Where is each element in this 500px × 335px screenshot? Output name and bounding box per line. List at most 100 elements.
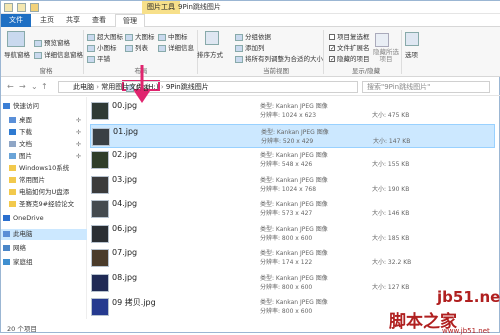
group-by-icon [235, 33, 243, 41]
chevron-down-icon[interactable]: ⌄ [31, 82, 38, 91]
large-label: 大图标 [135, 33, 155, 41]
file-extensions-toggle[interactable]: ✓ 文件扩展名 [329, 42, 370, 52]
file-ext-label: 文件扩展名 [337, 44, 370, 52]
tab-home[interactable]: 主页 [33, 14, 61, 27]
folder-icon [9, 165, 16, 171]
sidebar-item[interactable]: OneDrive [1, 213, 87, 224]
file-row[interactable]: 06.jpg 类型: Kankan JPEG 图像 分辨率: 800 x 600 大小… [90, 222, 495, 246]
file-thumbnail [91, 151, 109, 169]
sidebar-item-label: 家庭组 [13, 258, 33, 266]
address-field[interactable]: 此电脑 › 常用图片文件 (H:) › 9Pin跳线图片 [58, 81, 358, 93]
folder-icon [9, 177, 16, 183]
pin-icon: ✢ [75, 129, 81, 136]
file-row[interactable]: 08.jpg 类型: Kankan JPEG 图像 分辨率: 800 x 600 大小… [90, 271, 495, 295]
sidebar-item[interactable]: 下载 ✢ [1, 127, 87, 138]
properties-icon[interactable] [4, 3, 13, 12]
window-title: 9Pin跳线图片 [178, 3, 221, 11]
hide-selected-button[interactable]: 隐藏所选项目 [373, 49, 399, 63]
group-by-button[interactable]: 分组依据 [235, 31, 271, 41]
add-columns-button[interactable]: 添加列 [235, 42, 265, 52]
tab-file[interactable]: 文件 [1, 14, 31, 27]
back-arrow-icon[interactable]: ← [7, 82, 14, 91]
up-arrow-icon[interactable]: ↑ [41, 82, 48, 91]
file-row[interactable]: 04.jpg 类型: Kankan JPEG 图像 分辨率: 573 x 427 大小… [90, 197, 495, 221]
sidebar-item[interactable]: 快速访问 [1, 101, 87, 112]
new-folder-icon[interactable] [30, 3, 39, 12]
file-row[interactable]: 03.jpg 类型: Kankan JPEG 图像 分辨率: 1024 x 768 大… [90, 173, 495, 197]
breadcrumb-folder[interactable]: 9Pin跳线图片 [166, 83, 209, 91]
file-thumbnail [91, 102, 109, 120]
medium-icons-button[interactable]: 中图标 [158, 31, 188, 41]
item-checkbox-label: 项目复选框 [337, 33, 370, 41]
sidebar-item[interactable]: 文档 ✢ [1, 139, 87, 150]
sidebar-item[interactable]: 常用图片 [1, 175, 87, 186]
folder-icon[interactable] [17, 3, 26, 12]
nav-pane-button[interactable]: 导航窗格 [4, 49, 30, 59]
details-pane-label: 详细信息窗格 [44, 51, 83, 59]
hidden-items-toggle[interactable]: ✓ 隐藏的项目 [329, 53, 370, 63]
explorer-window: 图片工具 9Pin跳线图片 文件 主页 共享 查看 管理 导航窗格 预览窗格 详… [0, 0, 500, 335]
sidebar-item-label: 网络 [13, 244, 26, 252]
sidebar-item[interactable]: Windows10系统 [1, 163, 87, 174]
file-resolution: 分辨率: 573 x 427 [260, 210, 313, 217]
search-placeholder: 搜索"9Pin跳线图片" [367, 83, 431, 91]
title-bar: 图片工具 9Pin跳线图片 [1, 1, 500, 14]
tab-view[interactable]: 查看 [85, 14, 113, 27]
file-name: 07.jpg [112, 248, 138, 257]
options-icon[interactable] [405, 32, 419, 46]
list-icon [125, 44, 133, 52]
tab-manage[interactable]: 管理 [115, 14, 145, 27]
computer-icon [3, 231, 10, 237]
file-type: 类型: Kankan JPEG 图像 [260, 152, 328, 159]
homegroup-icon [3, 259, 10, 265]
file-thumbnail [91, 298, 109, 316]
details-pane-button[interactable]: 详细信息窗格 [34, 49, 83, 59]
tab-share[interactable]: 共享 [59, 14, 87, 27]
nav-pane-icon[interactable] [7, 31, 25, 47]
file-row[interactable]: 02.jpg 类型: Kankan JPEG 图像 分辨率: 548 x 426 大小… [90, 148, 495, 172]
file-resolution: 分辨率: 800 x 600 [260, 234, 313, 242]
file-size: 大小: 147 KB [373, 137, 411, 145]
large-icons-button[interactable]: 大图标 [125, 31, 155, 41]
extra-large-label: 超大图标 [97, 33, 123, 41]
details-view-button[interactable]: 详细信息 [158, 42, 194, 52]
file-row[interactable]: 07.jpg 类型: Kankan JPEG 图像 分辨率: 174 x 122 大小… [90, 246, 495, 270]
extra-large-icons-button[interactable]: 超大图标 [87, 31, 123, 41]
list-view-button[interactable]: 列表 [125, 42, 148, 52]
forward-arrow-icon[interactable]: → [19, 82, 26, 91]
sidebar-item-label: 桌面 [19, 116, 32, 124]
sidebar-item-label: 圣赛克9#经验论文 [19, 200, 75, 208]
item-checkbox-toggle[interactable]: 项目复选框 [329, 31, 370, 41]
sidebar-item-label: 快速访问 [13, 102, 39, 110]
sidebar-item-label: 文档 [19, 140, 32, 148]
sort-icon[interactable] [205, 31, 219, 45]
sidebar-item[interactable]: 电脑如何为U盘添 [1, 187, 87, 198]
hide-selected-icon[interactable] [375, 33, 389, 47]
cloud-icon [3, 215, 10, 221]
sort-by-button[interactable]: 排序方式 [197, 49, 223, 59]
search-input[interactable]: 搜索"9Pin跳线图片" [362, 81, 490, 93]
small-label: 小图标 [97, 44, 117, 52]
tiles-label: 平铺 [97, 55, 110, 63]
small-icons-button[interactable]: 小图标 [87, 42, 117, 52]
preview-pane-button[interactable]: 预览窗格 [34, 37, 70, 47]
file-resolution: 分辨率: 800 x 600 [260, 283, 313, 291]
sidebar-item[interactable]: 网络 [1, 243, 87, 254]
download-icon [9, 129, 16, 135]
size-columns-button[interactable]: 将所有列调整为合适的大小 [235, 53, 323, 63]
sidebar-item[interactable]: 此电脑 [1, 229, 87, 240]
file-size: 大小: 127 KB [372, 283, 410, 291]
sidebar-item[interactable]: 圣赛克9#经验论文 [1, 199, 87, 210]
current-view-group-label: 当前视图 [263, 67, 289, 75]
file-name: 03.jpg [112, 174, 138, 184]
breadcrumb-this-pc[interactable]: 此电脑 [73, 83, 94, 91]
ribbon: 导航窗格 预览窗格 详细信息窗格 窗格 超大图标 大图标 中图标 小图标 列表 … [1, 27, 500, 92]
sidebar-item[interactable]: 桌面 ✢ [1, 115, 87, 126]
file-row[interactable]: 01.jpg 类型: Kankan JPEG 图像 分辨率: 520 x 429 大小… [90, 123, 495, 148]
file-type: 类型: Kankan JPEG 图像 [260, 201, 328, 208]
file-name: 04.jpg [112, 199, 138, 208]
tiles-view-button[interactable]: 平铺 [87, 53, 110, 63]
sidebar-item[interactable]: 图片 ✢ [1, 151, 87, 162]
sidebar-item[interactable]: 家庭组 [1, 257, 87, 268]
options-button[interactable]: 选项 [405, 49, 418, 59]
